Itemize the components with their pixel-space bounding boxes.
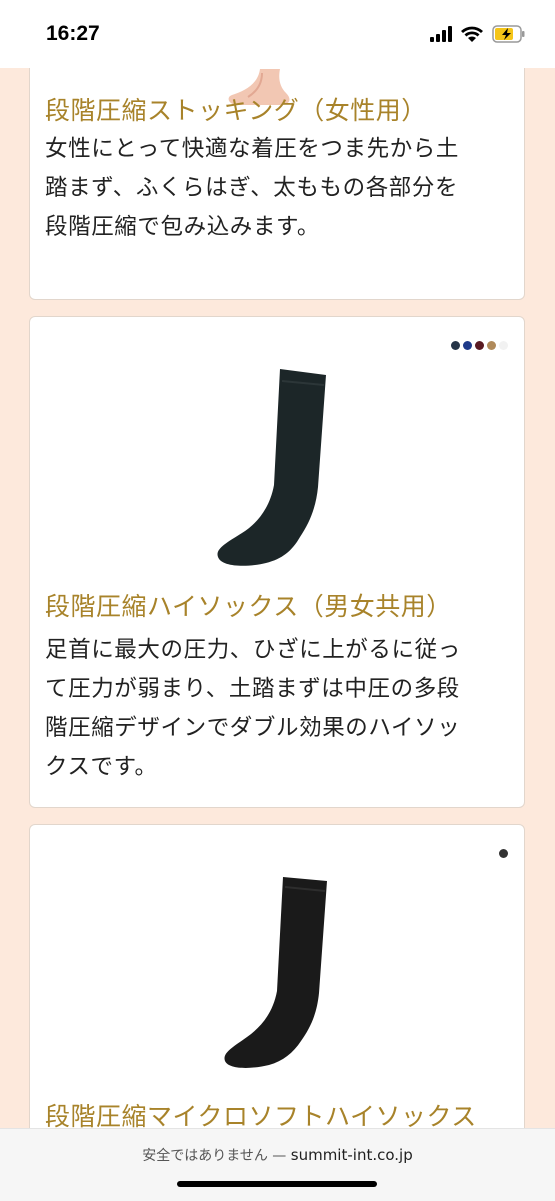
product-list: 段階圧縮ストッキング（女性用） 女性にとって快適な着圧をつま先から土 踏まず、ふ…: [0, 68, 555, 1128]
color-swatch: [463, 341, 472, 350]
product-card[interactable]: 段階圧縮ストッキング（女性用） 女性にとって快適な着圧をつま先から土 踏まず、ふ…: [29, 68, 525, 300]
product-description: 女性にとって快適な着圧をつま先から土 踏まず、ふくらはぎ、太ももの各部分を 段階…: [45, 136, 460, 240]
status-bar: 16:27: [0, 0, 555, 68]
product-title[interactable]: 段階圧縮ハイソックス（男女共用）: [45, 587, 452, 623]
color-swatch: [487, 341, 496, 350]
signal-icon: [430, 26, 452, 42]
sock-image: [224, 877, 327, 1068]
color-swatch: [499, 341, 508, 350]
url-display[interactable]: 安全ではありません — summit-int.co.jp: [0, 1145, 555, 1165]
color-swatch: [451, 341, 460, 350]
product-title[interactable]: 段階圧縮ストッキング（女性用）: [45, 91, 427, 127]
battery-charging-icon: [492, 25, 525, 43]
color-swatch: [499, 849, 508, 858]
sock-image: [217, 369, 326, 566]
domain-text: summit-int.co.jp: [290, 1146, 413, 1164]
home-indicator[interactable]: [177, 1181, 377, 1187]
wifi-icon: [461, 26, 483, 42]
product-title[interactable]: 段階圧縮マイクロソフトハイソックス: [45, 1097, 477, 1128]
security-warning-text: 安全ではありません —: [142, 1148, 287, 1164]
color-swatches: [499, 849, 508, 858]
browser-url-bar[interactable]: 安全ではありません — summit-int.co.jp: [0, 1128, 555, 1201]
product-card[interactable]: 段階圧縮ハイソックス（男女共用） 足首に最大の圧力、ひざに上がるに従っ て圧力が…: [29, 316, 525, 808]
product-card[interactable]: 段階圧縮マイクロソフトハイソックス: [29, 824, 525, 1128]
product-description: 足首に最大の圧力、ひざに上がるに従っ て圧力が弱まり、土踏まずは中圧の多段 階圧…: [45, 637, 461, 780]
status-time: 16:27: [46, 22, 100, 45]
color-swatches: [451, 341, 508, 350]
color-swatch: [475, 341, 484, 350]
